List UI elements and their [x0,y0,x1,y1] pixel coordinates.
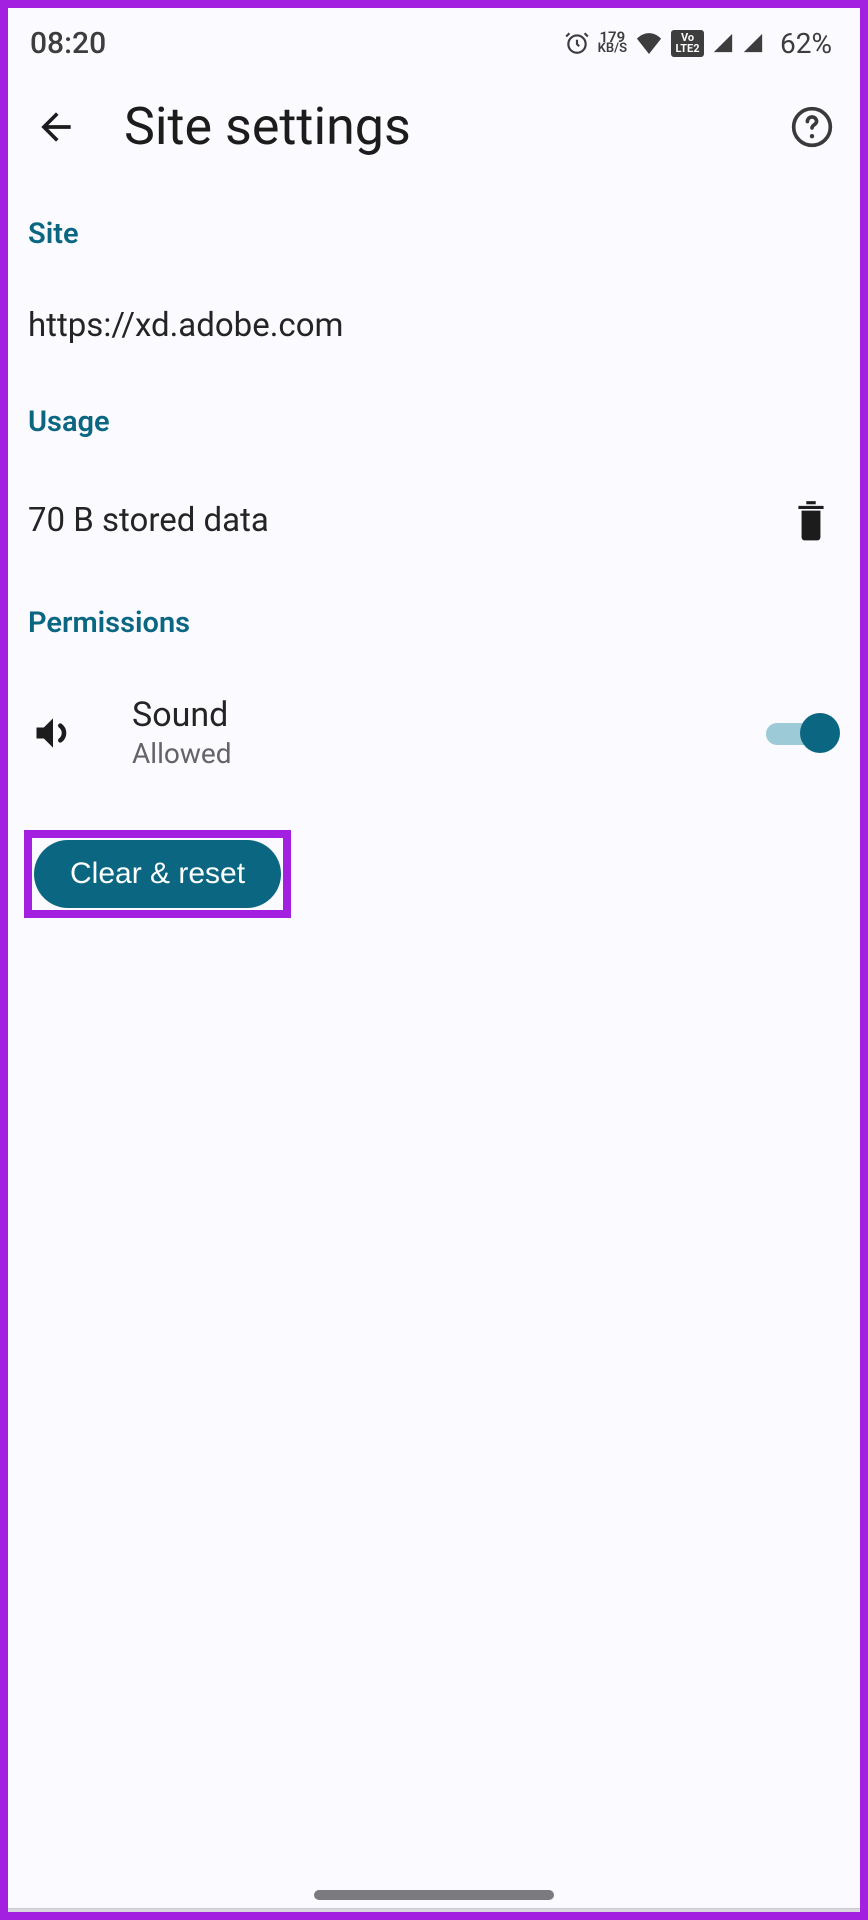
status-right: 179 KB/S Vo LTE2 62% [564,27,832,60]
arrow-left-icon [34,105,78,149]
alarm-icon [564,30,590,56]
site-section-label: Site [28,217,840,251]
status-icons: 179 KB/S Vo LTE2 [564,30,764,57]
bottom-edge [8,1908,860,1912]
trash-icon [792,498,830,542]
help-button[interactable] [786,101,838,153]
signal-icon-1 [712,32,734,54]
site-url[interactable]: https://xd.adobe.com [28,306,840,345]
usage-row: 70 B stored data [28,494,840,546]
page-title: Site settings [124,96,744,157]
clear-reset-button[interactable]: Clear & reset [34,840,281,908]
network-speed: 179 KB/S [598,31,627,55]
back-button[interactable] [30,101,82,153]
device-frame: 08:20 179 KB/S Vo LTE2 [0,0,868,1920]
clear-reset-highlight: Clear & reset [24,830,291,918]
sound-icon [28,708,78,758]
permission-text: Sound Allowed [132,695,712,770]
battery-level: 62% [780,27,832,60]
signal-icon-2 [742,32,764,54]
usage-section-label: Usage [28,405,840,439]
delete-data-button[interactable] [788,494,834,546]
sound-toggle[interactable] [766,713,840,753]
permissions-section-label: Permissions [28,606,840,640]
app-header: Site settings [8,78,860,187]
permission-sound-row[interactable]: Sound Allowed [28,695,840,770]
wifi-icon [635,32,663,54]
toggle-thumb [800,713,840,753]
volte-icon: Vo LTE2 [671,30,704,57]
help-circle-icon [790,105,834,149]
permission-status: Allowed [132,737,712,770]
content: Site https://xd.adobe.com Usage 70 B sto… [8,187,860,918]
permission-title: Sound [132,695,712,735]
status-bar: 08:20 179 KB/S Vo LTE2 [8,8,860,78]
status-time: 08:20 [30,26,106,61]
nav-indicator[interactable] [314,1890,554,1900]
usage-value: 70 B stored data [28,501,269,540]
